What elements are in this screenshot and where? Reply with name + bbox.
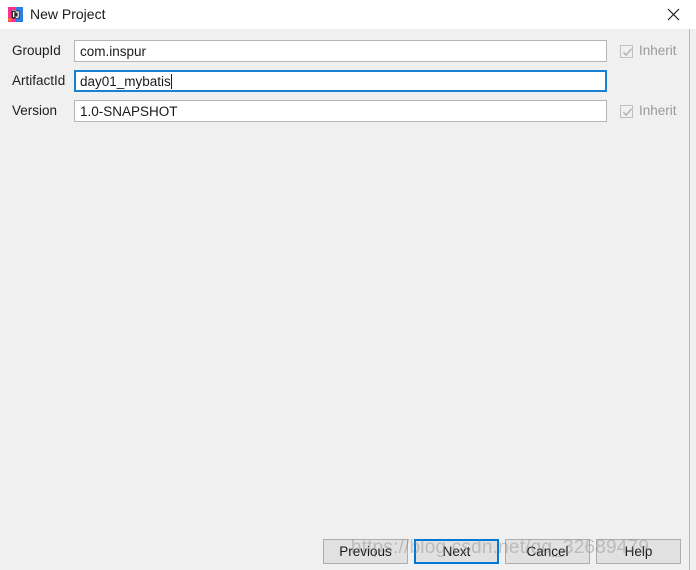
- new-project-dialog: New Project GroupId com.inspur Inherit A…: [0, 0, 696, 570]
- close-icon: [667, 8, 679, 21]
- version-label: Version: [12, 103, 58, 118]
- groupid-inherit-checkbox[interactable]: [620, 44, 633, 58]
- version-value: 1.0-SNAPSHOT: [80, 103, 178, 119]
- close-button[interactable]: [650, 0, 696, 29]
- checkmark-icon: [622, 47, 633, 56]
- dialog-content: GroupId com.inspur Inherit ArtifactId da…: [0, 29, 690, 570]
- groupid-inherit-label: Inherit: [639, 43, 677, 58]
- previous-button[interactable]: Previous: [323, 539, 408, 564]
- artifactid-value: day01_mybatis: [80, 73, 171, 89]
- version-inherit-label: Inherit: [639, 103, 677, 118]
- groupid-inherit-group[interactable]: Inherit: [620, 41, 677, 61]
- version-inherit-group[interactable]: Inherit: [620, 101, 677, 121]
- dialog-title: New Project: [30, 6, 106, 22]
- intellij-idea-icon: [7, 6, 24, 23]
- version-inherit-checkbox[interactable]: [620, 104, 633, 118]
- help-button[interactable]: Help: [596, 539, 681, 564]
- artifactid-input[interactable]: day01_mybatis: [74, 70, 607, 92]
- form-row-artifactid: ArtifactId day01_mybatis: [0, 70, 690, 92]
- dialog-titlebar: New Project: [0, 0, 696, 29]
- next-button[interactable]: Next: [414, 539, 499, 564]
- artifactid-label: ArtifactId: [12, 73, 66, 88]
- dialog-button-bar: Previous Next Cancel Help: [0, 535, 690, 570]
- groupid-label: GroupId: [12, 43, 61, 58]
- cancel-button[interactable]: Cancel: [505, 539, 590, 564]
- text-caret: [170, 73, 172, 89]
- form-row-groupid: GroupId com.inspur Inherit: [0, 40, 690, 62]
- version-input[interactable]: 1.0-SNAPSHOT: [74, 100, 607, 122]
- checkmark-icon: [622, 107, 633, 116]
- groupid-input[interactable]: com.inspur: [74, 40, 607, 62]
- groupid-value: com.inspur: [80, 43, 147, 59]
- form-row-version: Version 1.0-SNAPSHOT Inherit: [0, 100, 690, 122]
